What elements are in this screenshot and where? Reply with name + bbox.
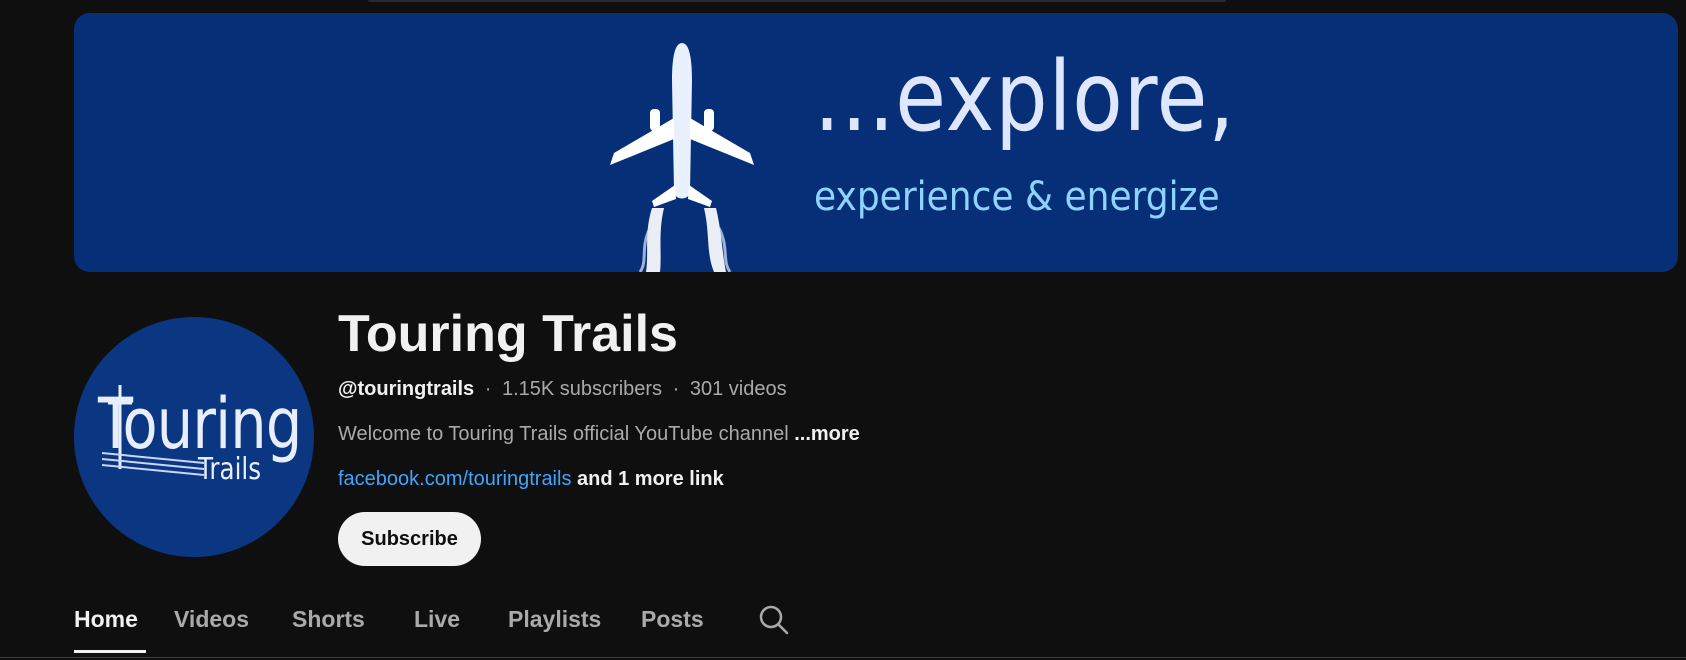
top-divider (368, 0, 1226, 2)
channel-description[interactable]: Welcome to Touring Trails official YouTu… (338, 421, 860, 447)
tab-home[interactable]: Home (74, 606, 138, 633)
search-icon[interactable] (758, 604, 790, 641)
avatar-logo-word: Touring (98, 383, 302, 465)
more-links-button[interactable]: and 1 more link (577, 468, 724, 490)
meta-separator: · (672, 378, 680, 400)
tabs-divider (0, 657, 1686, 658)
tab-live[interactable]: Live (414, 606, 460, 633)
avatar-logo-subword: Trails (198, 452, 262, 487)
channel-handle: @touringtrails (338, 378, 475, 400)
tab-posts[interactable]: Posts (641, 606, 704, 633)
channel-meta: @touringtrails · 1.15K subscribers · 301… (338, 376, 787, 402)
banner-tagline: ...explore, (814, 41, 1236, 153)
channel-tabs: Home Videos Shorts Live Playlists Posts (74, 598, 1678, 654)
tab-videos[interactable]: Videos (174, 606, 249, 633)
video-count: 301 videos (689, 378, 787, 400)
subscriber-count: 1.15K subscribers (501, 378, 663, 400)
description-more-button[interactable]: ...more (794, 423, 860, 445)
tab-shorts[interactable]: Shorts (292, 606, 365, 633)
channel-title: Touring Trails (338, 305, 678, 363)
banner-subtagline: experience & energize (814, 174, 1220, 220)
tab-playlists[interactable]: Playlists (508, 606, 601, 633)
meta-separator: · (484, 378, 492, 400)
channel-page: ...explore, experience & energize Tourin… (0, 0, 1686, 660)
channel-links: facebook.com/touringtrails and 1 more li… (338, 466, 724, 492)
channel-avatar[interactable]: Touring Trails (74, 317, 314, 557)
description-text: Welcome to Touring Trails official YouTu… (338, 423, 789, 445)
subscribe-button[interactable]: Subscribe (338, 512, 481, 566)
facebook-link[interactable]: facebook.com/touringtrails (338, 468, 571, 490)
active-tab-indicator (74, 650, 146, 653)
channel-banner: ...explore, experience & energize (74, 13, 1678, 272)
